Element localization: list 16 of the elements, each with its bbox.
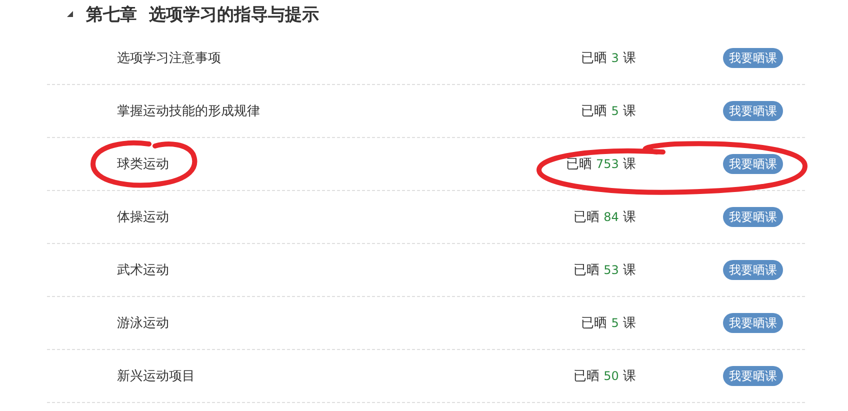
lesson-count: 已晒 5 课 [581,103,636,120]
lesson-title[interactable]: 选项学习注意事项 [47,49,582,67]
lesson-count: 已晒 53 课 [573,262,636,279]
lesson-title[interactable]: 掌握运动技能的形成规律 [47,102,582,120]
lesson-title[interactable]: 新兴运动项目 [47,367,574,385]
lesson-title[interactable]: 球类运动 [47,155,566,173]
chapter-title: 第七章 选项学习的指导与提示 [86,4,319,26]
lesson-title[interactable]: 游泳运动 [47,314,582,332]
lesson-title[interactable]: 武术运动 [47,261,574,279]
lesson-count: 已晒 84 课 [573,209,636,226]
lesson-count: 已晒 3 课 [581,50,636,67]
lesson-count: 已晒 50 课 [573,368,636,385]
lesson-count: 已晒 753 课 [566,156,636,173]
expand-triangle-icon[interactable] [66,10,74,18]
lesson-count: 已晒 5 课 [581,315,636,332]
lesson-title[interactable]: 体操运动 [47,208,574,226]
